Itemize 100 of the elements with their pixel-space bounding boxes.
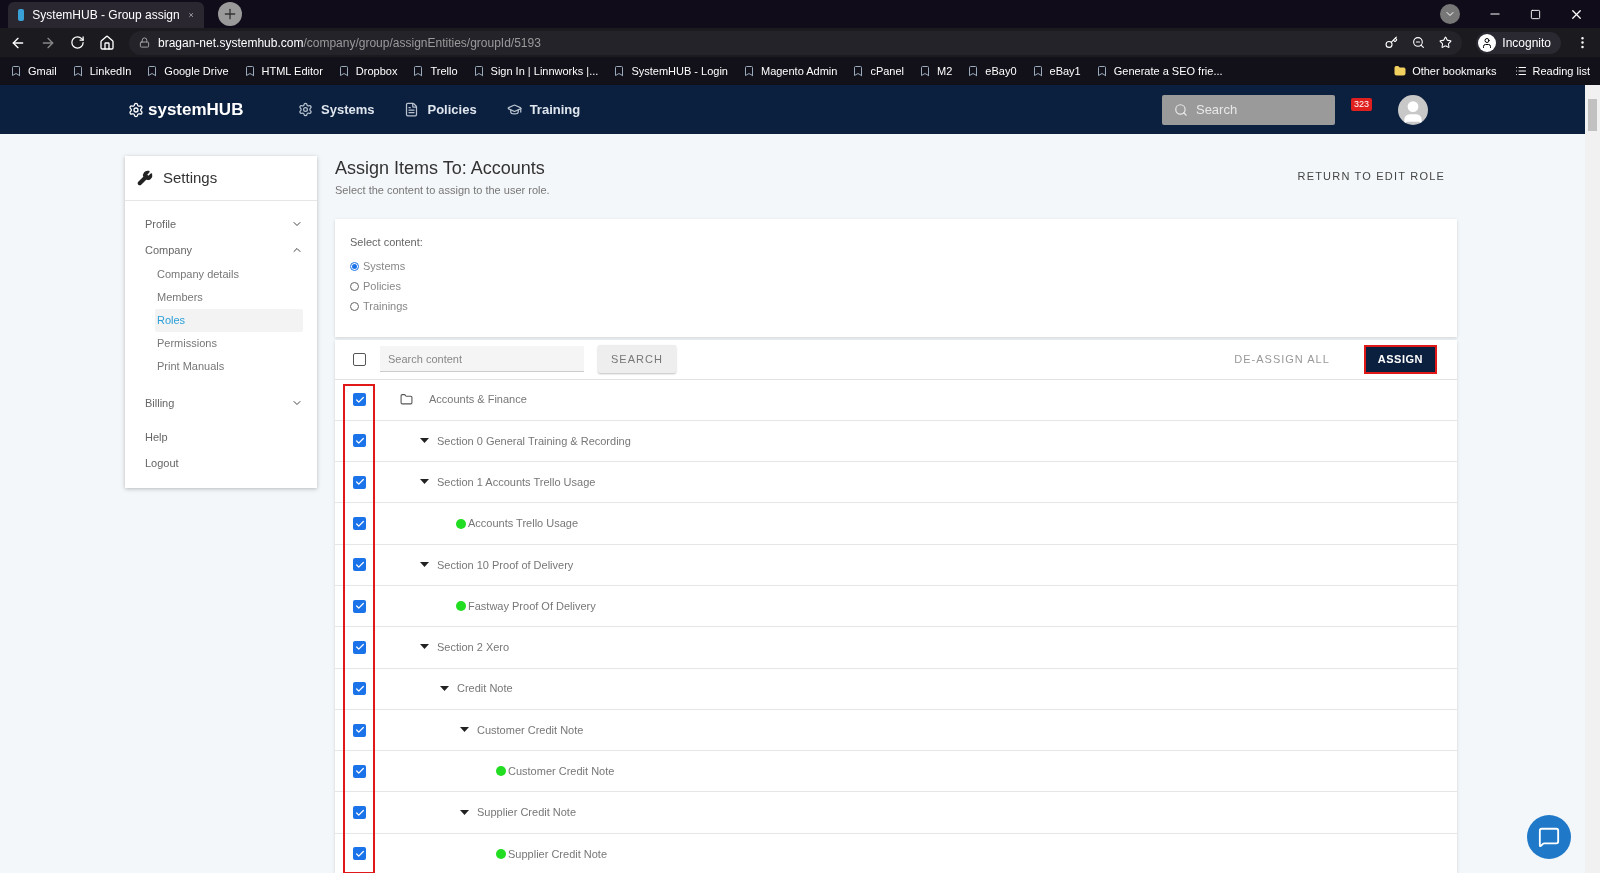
document-icon [404,102,420,117]
bookmark-icon [919,65,932,77]
checkbox[interactable] [353,723,366,737]
sidebar-subitem[interactable]: Members [155,286,303,309]
bookmark-link[interactable]: Generate a SEO frie... [1095,62,1223,80]
notification-badge[interactable]: 323 [1350,97,1372,112]
address-bar[interactable]: bragan-net.systemhub.com/company/group/assignEntities/groupId/5193 [129,30,1463,55]
bookmark-link[interactable]: HTML Editor [243,62,323,80]
radio-option[interactable]: Systems [350,256,1442,276]
checkbox[interactable] [353,475,366,489]
wrench-icon [137,170,153,186]
home-icon[interactable] [99,34,115,51]
reload-icon[interactable] [70,35,85,50]
tree-item-label[interactable]: Accounts Trello Usage [468,515,579,532]
bookmark-link[interactable]: eBay1 [1031,62,1081,80]
nav-link[interactable]: Policies [404,99,477,120]
checkbox[interactable] [353,558,366,572]
folder-icon [1394,65,1407,77]
search-icon [1173,102,1188,117]
avatar[interactable] [1398,94,1428,125]
logo[interactable]: systemHUB [128,96,298,123]
caret-icon[interactable] [420,479,429,486]
bookmark-link[interactable]: SystemHUB - Login [613,62,728,80]
checkbox[interactable] [353,764,366,778]
nav-link[interactable]: Systems [298,99,375,120]
tree-item-label[interactable]: Accounts & Finance [429,391,527,408]
checkbox[interactable] [353,517,366,531]
bookmark-folder[interactable]: Other bookmarks [1394,62,1497,80]
sidebar-subitem[interactable]: Print Manuals [155,355,303,378]
restore-icon[interactable] [1530,8,1541,20]
bookmark-link[interactable]: eBay0 [967,62,1017,80]
tree-item-label[interactable]: Supplier Credit Note [477,804,577,821]
lock-icon [139,37,150,48]
assign-button[interactable]: ASSIGN [1363,344,1437,374]
sidebar-subitem[interactable]: Company details [155,263,303,286]
reading-list-button[interactable]: Reading list [1514,62,1590,80]
search-button[interactable]: SEARCH [598,345,676,373]
caret-icon[interactable] [420,644,429,651]
sidebar-item[interactable]: Logout [145,450,303,476]
caret-icon[interactable] [440,685,449,692]
tree-item-label[interactable]: Customer Credit Note [477,721,584,739]
sidebar-item[interactable]: Billing [145,390,303,416]
scrollbar[interactable] [1585,85,1600,873]
caret-icon[interactable] [420,437,429,444]
search-content-field[interactable]: Search content [380,346,584,372]
key-icon[interactable] [1385,36,1399,49]
checkbox[interactable] [353,434,366,448]
checkbox[interactable] [353,352,366,366]
chat-button[interactable] [1527,815,1571,859]
gear-icon [298,102,313,117]
checkbox[interactable] [353,806,366,820]
tree-item-label[interactable]: Fastway Proof Of Delivery [468,597,596,615]
tree-item-label[interactable]: Section 0 General Training & Recording [437,432,631,450]
sidebar-item[interactable]: Company [145,237,303,263]
radio-option[interactable]: Trainings [350,296,1442,316]
search-field[interactable]: Search [1161,94,1335,125]
profile-button[interactable]: Incognito [1476,31,1561,54]
tree-item-label[interactable]: Section 2 Xero [437,639,510,656]
bookmark-link[interactable]: Magento Admin [742,62,838,80]
bookmark-icon [472,65,485,77]
tree-item-label[interactable]: Supplier Credit Note [508,845,608,863]
bookmark-link[interactable]: Gmail [10,62,57,80]
sidebar-item[interactable]: Profile [145,211,303,237]
zoom-icon[interactable] [1412,36,1426,49]
bookmark-link[interactable]: cPanel [852,62,905,80]
tab-search-button[interactable] [1440,4,1460,24]
bookmark-link[interactable]: Trello [412,62,458,80]
tree-item-label[interactable]: Section 1 Accounts Trello Usage [437,474,596,491]
checkbox[interactable] [353,640,366,654]
sidebar-title: Settings [163,167,218,188]
bookmark-link[interactable]: M2 [919,62,953,80]
bookmark-star-icon[interactable] [1439,36,1453,49]
checkbox[interactable] [353,847,366,861]
tree-item-label[interactable]: Credit Note [457,680,513,697]
sidebar-item[interactable]: Help [145,424,303,450]
caret-icon[interactable] [460,727,469,733]
incognito-icon [1481,36,1494,49]
bookmark-icon [967,65,980,77]
radio-option[interactable]: Policies [350,276,1442,296]
checkbox[interactable] [353,599,366,613]
checkbox[interactable] [353,393,366,407]
bookmark-link[interactable]: Sign In | Linnworks |... [472,62,599,80]
caret-icon[interactable] [420,561,429,568]
select-content-label: Select content: [350,234,424,250]
caret-icon[interactable] [460,809,469,816]
tree-item-label[interactable]: Section 10 Proof of Delivery [437,556,574,574]
new-tab-button[interactable] [218,2,242,26]
tree-item-label[interactable]: Customer Credit Note [508,763,615,780]
checkbox[interactable] [353,682,366,696]
sidebar-subitem[interactable]: Permissions [155,332,303,355]
nav-link[interactable]: Training [506,99,581,120]
return-link[interactable]: RETURN TO EDIT ROLE [1297,168,1445,185]
bookmark-icon [71,65,84,77]
bookmark-icon [1031,65,1044,77]
bookmark-link[interactable]: Google Drive [146,62,229,80]
bookmark-icon [1095,65,1108,77]
browser-tab[interactable]: SystemHUB - Group assign [8,2,204,28]
bookmark-icon [613,65,626,77]
bookmark-link[interactable]: LinkedIn [71,62,132,80]
bookmark-link[interactable]: Dropbox [337,62,398,80]
